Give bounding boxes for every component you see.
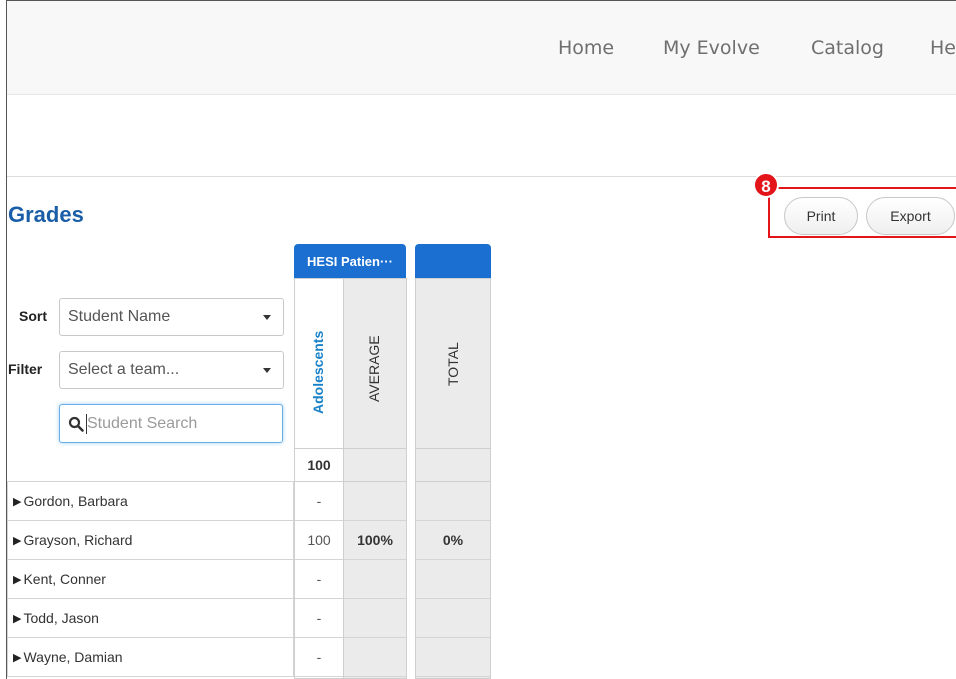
column-label-average: AVERAGE bbox=[366, 335, 382, 402]
total-cell bbox=[416, 560, 490, 599]
search-icon bbox=[68, 416, 84, 432]
filter-select[interactable]: Select a team... bbox=[59, 351, 284, 389]
total-cell bbox=[416, 599, 490, 638]
chevron-down-icon bbox=[263, 368, 271, 373]
section-divider bbox=[7, 176, 956, 177]
total-cell bbox=[416, 638, 490, 677]
total-cell bbox=[416, 482, 490, 521]
nav-link-my-evolve[interactable]: My Evolve bbox=[663, 37, 760, 59]
average-cell bbox=[344, 560, 406, 599]
column-label-adolescents[interactable]: Adolescents bbox=[310, 331, 326, 414]
top-navbar: Home My Evolve Catalog He bbox=[7, 1, 956, 95]
student-name: Gordon, Barbara bbox=[23, 493, 128, 509]
expand-arrow-icon: ▶ bbox=[13, 495, 22, 508]
search-placeholder: Student Search bbox=[87, 415, 198, 432]
student-name: Wayne, Damian bbox=[23, 649, 123, 665]
score-cell[interactable]: 100 bbox=[295, 521, 343, 560]
expand-arrow-icon: ▶ bbox=[13, 612, 22, 625]
student-name: Grayson, Richard bbox=[23, 532, 133, 548]
total-cell: 0% bbox=[416, 521, 490, 560]
student-row-kent[interactable]: ▶ Kent, Conner bbox=[7, 560, 294, 599]
expand-arrow-icon: ▶ bbox=[13, 573, 22, 586]
average-cell: 100% bbox=[344, 521, 406, 560]
score-cell[interactable]: - bbox=[295, 599, 343, 638]
student-row-gordon[interactable]: ▶ Gordon, Barbara bbox=[7, 482, 294, 521]
score-cell[interactable]: - bbox=[295, 560, 343, 599]
average-cell bbox=[344, 482, 406, 521]
points-possible: 100 bbox=[295, 449, 343, 482]
expand-arrow-icon: ▶ bbox=[13, 534, 22, 547]
average-cell bbox=[344, 638, 406, 677]
sort-label: Sort bbox=[19, 308, 47, 324]
average-cell bbox=[344, 599, 406, 638]
student-row-grayson[interactable]: ▶ Grayson, Richard bbox=[7, 521, 294, 560]
assignment-group-header[interactable]: HESI Patien··· bbox=[294, 244, 406, 278]
student-name: Kent, Conner bbox=[23, 571, 106, 587]
nav-link-home[interactable]: Home bbox=[558, 37, 614, 59]
total-group-header bbox=[415, 244, 491, 278]
expand-arrow-icon: ▶ bbox=[13, 651, 22, 664]
callout-number-badge: 8 bbox=[753, 172, 779, 198]
print-button[interactable]: Print bbox=[784, 197, 858, 235]
assignment-group-title: HESI Patien··· bbox=[307, 253, 393, 269]
chevron-down-icon bbox=[263, 315, 271, 320]
filter-select-value: Select a team... bbox=[68, 361, 180, 378]
student-search-input[interactable]: Student Search bbox=[59, 404, 283, 443]
score-cell[interactable]: - bbox=[295, 638, 343, 677]
sort-select-value: Student Name bbox=[68, 308, 171, 325]
student-row-todd[interactable]: ▶ Todd, Jason bbox=[7, 599, 294, 638]
filter-label: Filter bbox=[8, 361, 43, 377]
student-row-wayne[interactable]: ▶ Wayne, Damian bbox=[7, 638, 294, 677]
export-button[interactable]: Export bbox=[866, 197, 955, 235]
column-label-total: TOTAL bbox=[445, 342, 461, 386]
header-divider bbox=[415, 448, 491, 449]
sort-select[interactable]: Student Name bbox=[59, 298, 284, 336]
score-cell[interactable]: - bbox=[295, 482, 343, 521]
nav-link-help[interactable]: He bbox=[930, 37, 956, 59]
nav-link-catalog[interactable]: Catalog bbox=[811, 37, 884, 59]
page-title: Grades bbox=[8, 202, 84, 227]
student-name: Todd, Jason bbox=[23, 610, 99, 626]
